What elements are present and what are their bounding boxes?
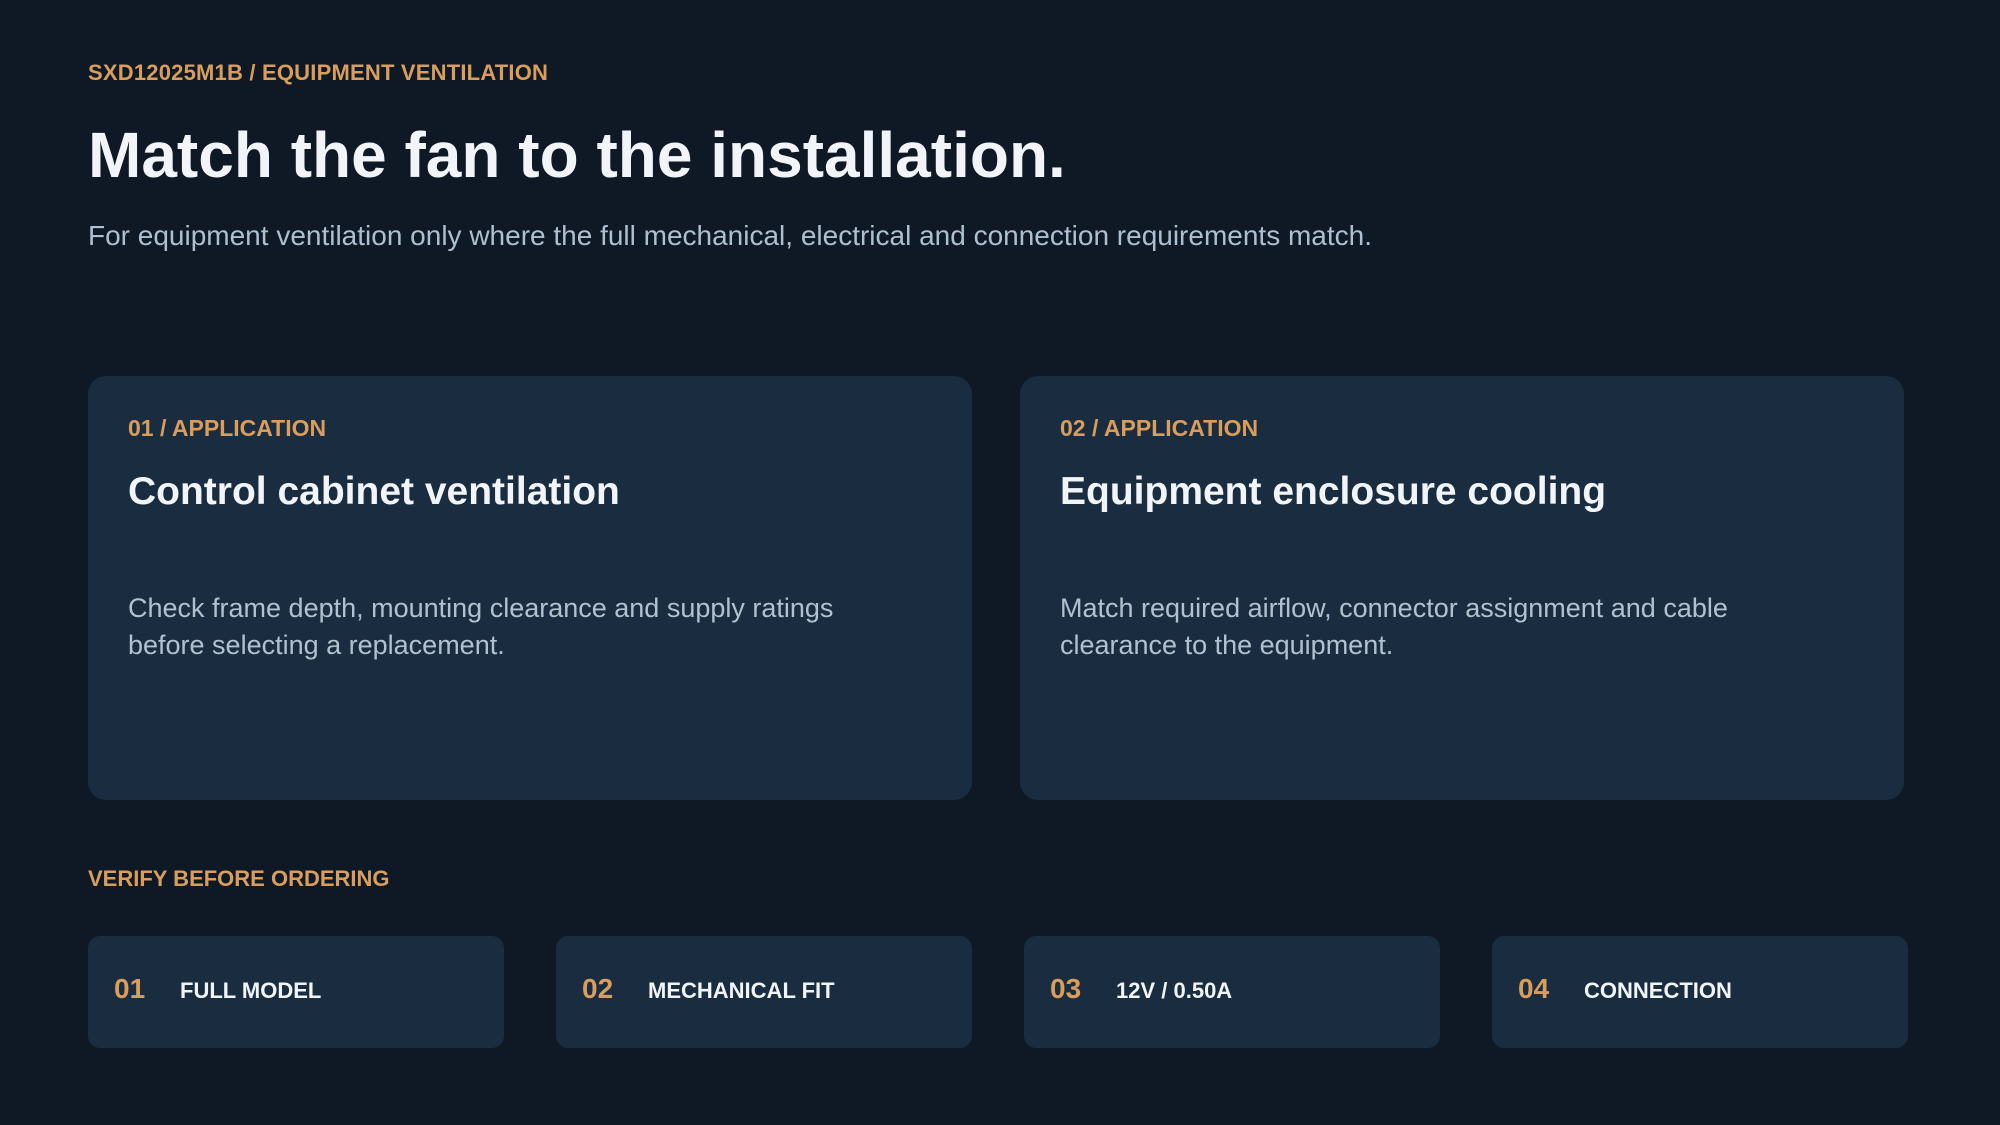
verify-item-number: 03	[1050, 973, 1082, 1004]
application-kicker: 02 / APPLICATION	[1060, 415, 1259, 441]
page-title: Match the fan to the installation.	[88, 119, 1066, 191]
verify-section-label: VERIFY BEFORE ORDERING	[88, 866, 390, 891]
application-description: Match required airflow, connector assign…	[1060, 593, 1728, 660]
application-card-control-cabinet: 01 / APPLICATION Control cabinet ventila…	[88, 376, 972, 800]
verify-item-number: 04	[1518, 973, 1550, 1004]
verify-item-label: MECHANICAL FIT	[648, 978, 835, 1003]
application-title: Control cabinet ventilation	[128, 470, 620, 513]
page-subtitle: For equipment ventilation only where the…	[88, 220, 1373, 251]
verify-item-label: FULL MODEL	[180, 978, 322, 1003]
application-title: Equipment enclosure cooling	[1060, 470, 1607, 513]
verify-item-label: CONNECTION	[1584, 978, 1732, 1003]
application-card-equipment-enclosure: 02 / APPLICATION Equipment enclosure coo…	[1020, 376, 1904, 800]
verify-item-connection: 04 CONNECTION	[1492, 936, 1908, 1048]
verify-item-full-model: 01 FULL MODEL	[88, 936, 504, 1048]
verify-item-mechanical-fit: 02 MECHANICAL FIT	[556, 936, 972, 1048]
verify-item-electrical-rating: 03 12V / 0.50A	[1024, 936, 1440, 1048]
eyebrow-label: SXD12025M1B / EQUIPMENT VENTILATION	[88, 60, 549, 85]
application-kicker: 01 / APPLICATION	[128, 415, 327, 441]
page: SXD12025M1B / EQUIPMENT VENTILATION Matc…	[0, 0, 2000, 1125]
verify-item-number: 01	[114, 973, 146, 1004]
verify-item-number: 02	[582, 973, 614, 1004]
application-description: Check frame depth, mounting clearance an…	[128, 593, 834, 660]
verify-item-label: 12V / 0.50A	[1116, 978, 1233, 1003]
